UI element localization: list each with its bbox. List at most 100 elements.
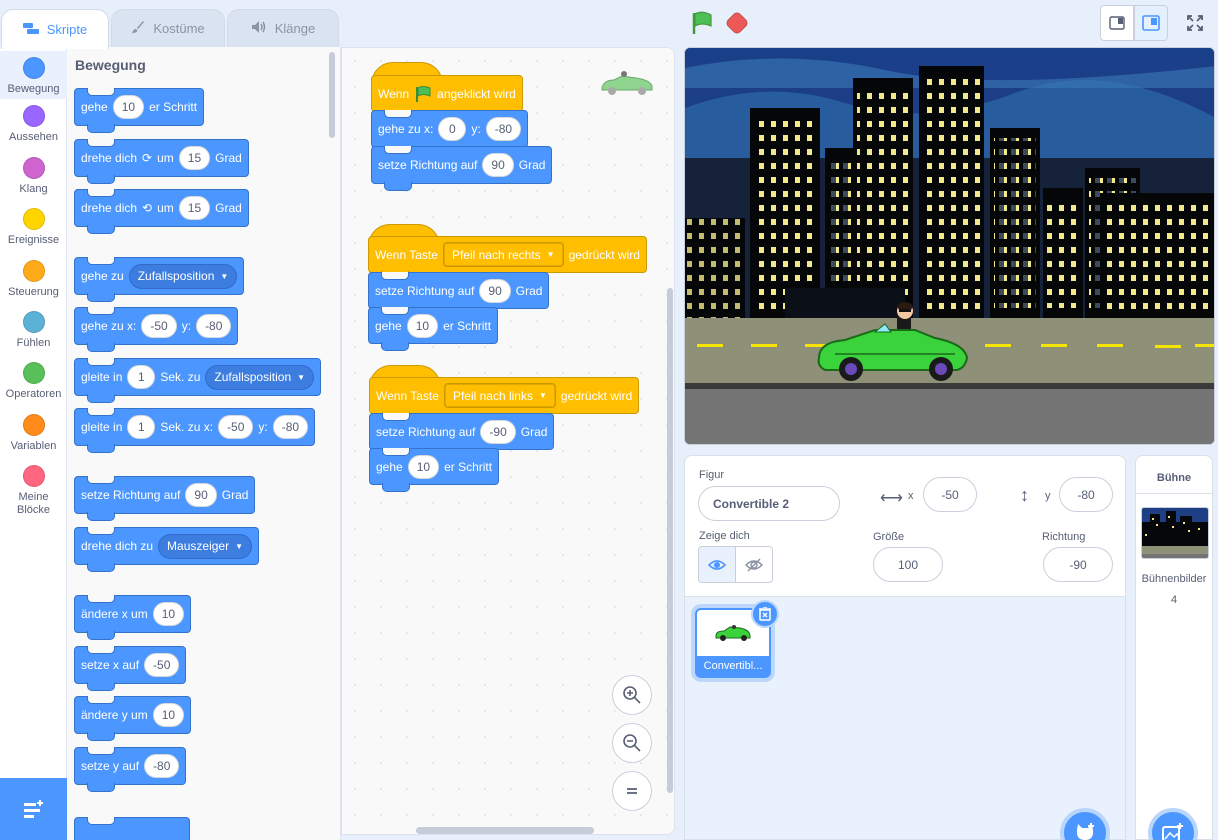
goto-xy-block[interactable]: gehe zu x: 0 y: -80 — [371, 110, 529, 155]
stop-button[interactable] — [724, 10, 750, 36]
x-position-input[interactable]: -50 — [923, 477, 977, 512]
category-meine-bloecke[interactable]: Meine Blöcke — [0, 465, 67, 517]
category-bewegung[interactable]: Bewegung — [0, 51, 67, 99]
degrees-input[interactable]: 15 — [178, 196, 211, 220]
green-flag-button[interactable] — [690, 11, 714, 35]
y-input[interactable]: -80 — [144, 754, 180, 778]
when-flag-clicked-block[interactable]: Wenn angeklickt wird — [371, 75, 523, 119]
steps-input[interactable]: 10 — [406, 313, 439, 338]
degrees-input[interactable]: 15 — [178, 146, 211, 170]
dropdown-value: Pfeil nach links — [452, 388, 533, 403]
show-hidden-button[interactable] — [735, 546, 773, 583]
when-key-pressed-block[interactable]: Wenn Taste Pfeil nach rechts ▼ gedrückt w… — [368, 236, 647, 280]
x-input[interactable]: -50 — [218, 415, 254, 439]
workspace-vscrollbar[interactable] — [667, 288, 673, 793]
small-stage-button[interactable] — [1100, 5, 1134, 41]
x-input[interactable]: -50 — [144, 653, 180, 677]
block-text: Grad — [215, 151, 242, 165]
sprite-name-input[interactable]: Convertible 2 — [698, 486, 840, 521]
block-goto-target[interactable]: gehe zu Zufallsposition ▼ — [74, 257, 245, 302]
x-input[interactable]: 0 — [438, 117, 467, 141]
block-move-steps[interactable]: gehe 10 er Schritt — [74, 88, 205, 133]
direction-input[interactable]: -90 — [480, 419, 516, 444]
steps-input[interactable]: 10 — [407, 454, 440, 479]
zoom-in-button[interactable] — [612, 675, 652, 715]
normal-stage-button[interactable] — [1134, 5, 1168, 41]
x-input[interactable]: -50 — [141, 314, 177, 338]
category-ereignisse[interactable]: Ereignisse — [0, 208, 67, 247]
category-variablen[interactable]: Variablen — [0, 414, 67, 453]
dropdown-value: Pfeil nach rechts — [451, 247, 541, 262]
block-turn-left[interactable]: drehe dich ⟲ um 15 Grad — [74, 189, 249, 234]
block-turn-right[interactable]: drehe dich ⟳ um 15 Grad — [74, 139, 249, 184]
steps-input[interactable]: 10 — [112, 95, 145, 119]
zoom-reset-button[interactable] — [612, 771, 652, 811]
workspace-hscrollbar[interactable] — [416, 827, 594, 834]
zoom-out-button[interactable] — [612, 723, 652, 763]
script-workspace[interactable]: Wenn angeklickt wird gehe zu x: 0 y: -80… — [341, 47, 675, 835]
stage-canvas[interactable] — [684, 47, 1215, 445]
block-text: ändere x um — [81, 607, 148, 621]
y-input[interactable]: -80 — [485, 117, 522, 141]
block-text: setze Richtung auf — [378, 158, 478, 172]
block-glide-target[interactable]: gleite in 1 Sek. zu Zufallsposition ▼ — [74, 358, 322, 403]
point-direction-block[interactable]: setze Richtung auf 90 Grad — [371, 146, 553, 191]
dx-input[interactable]: 10 — [152, 602, 185, 626]
category-aussehen[interactable]: Aussehen — [0, 105, 67, 144]
block-change-x[interactable]: ändere x um 10 — [74, 595, 192, 640]
block-set-y[interactable]: setze y auf -80 — [74, 747, 187, 792]
move-steps-block[interactable]: gehe 10 er Schritt — [369, 448, 500, 492]
tab-klaenge[interactable]: Klänge — [227, 9, 339, 47]
tab-skripte[interactable]: Skripte — [1, 9, 109, 49]
block-point-towards[interactable]: drehe dich zu Mauszeiger ▼ — [74, 527, 259, 572]
block-change-y[interactable]: ändere y um 10 — [74, 696, 192, 741]
point-direction-block[interactable]: setze Richtung auf -90 Grad — [369, 413, 555, 457]
block-text: setze y auf — [81, 759, 140, 773]
palette-title: Bewegung — [75, 57, 146, 73]
palette-scrollbar[interactable] — [329, 52, 335, 138]
block-partial[interactable] — [74, 817, 190, 840]
dropdown-value: Mauszeiger — [167, 539, 230, 553]
seconds-input[interactable]: 1 — [127, 365, 156, 389]
move-steps-block[interactable]: gehe 10 er Schritt — [368, 307, 499, 351]
category-klang[interactable]: Klang — [0, 157, 67, 196]
when-key-pressed-block[interactable]: Wenn Taste Pfeil nach links ▼ gedrückt wi… — [369, 377, 640, 421]
key-dropdown[interactable]: Pfeil nach links ▼ — [443, 383, 556, 408]
y-input[interactable]: -80 — [196, 314, 232, 338]
category-operatoren[interactable]: Operatoren — [0, 362, 67, 401]
block-glide-xy[interactable]: gleite in 1 Sek. zu x: -50 y: -80 — [74, 408, 316, 453]
y-position-input[interactable]: -80 — [1059, 477, 1113, 512]
towards-dropdown[interactable]: Mauszeiger ▼ — [158, 533, 252, 559]
target-dropdown[interactable]: Zufallsposition ▼ — [205, 364, 315, 390]
category-label: Steuerung — [8, 286, 59, 298]
tab-kostueme[interactable]: Kostüme — [111, 9, 225, 47]
caret-down-icon: ▼ — [546, 250, 555, 259]
category-label: Aussehen — [9, 131, 58, 143]
direction-input[interactable]: 90 — [185, 483, 217, 507]
block-point-direction[interactable]: setze Richtung auf 90 Grad — [74, 476, 256, 521]
y-input[interactable]: -80 — [272, 415, 309, 439]
key-dropdown[interactable]: Pfeil nach rechts ▼ — [442, 242, 564, 267]
block-text: gehe zu x: — [81, 319, 137, 333]
target-dropdown[interactable]: Zufallsposition ▼ — [128, 263, 238, 289]
point-direction-block[interactable]: setze Richtung auf 90 Grad — [368, 272, 550, 316]
rotate-left-icon: ⟲ — [142, 201, 153, 215]
fullscreen-icon — [1187, 15, 1203, 31]
stage-panel[interactable]: Bühne Bühnenbilder 4 — [1135, 455, 1213, 840]
fullscreen-button[interactable] — [1178, 5, 1212, 41]
delete-sprite-button[interactable] — [751, 600, 779, 628]
backdrop-thumbnail[interactable] — [1141, 507, 1209, 559]
block-set-x[interactable]: setze x auf -50 — [74, 646, 187, 691]
category-fuehlen[interactable]: Fühlen — [0, 311, 67, 350]
direction-input[interactable]: 90 — [479, 278, 511, 303]
direction-input[interactable]: -90 — [1043, 547, 1113, 582]
add-extension-button[interactable] — [0, 778, 67, 840]
size-input[interactable]: 100 — [873, 547, 943, 582]
direction-input[interactable]: 90 — [482, 153, 514, 177]
block-goto-xy[interactable]: gehe zu x: -50 y: -80 — [74, 307, 239, 352]
category-steuerung[interactable]: Steuerung — [0, 260, 67, 299]
block-text: gehe — [375, 318, 402, 333]
show-visible-button[interactable] — [698, 546, 736, 583]
dy-input[interactable]: 10 — [152, 703, 185, 727]
seconds-input[interactable]: 1 — [127, 415, 156, 439]
